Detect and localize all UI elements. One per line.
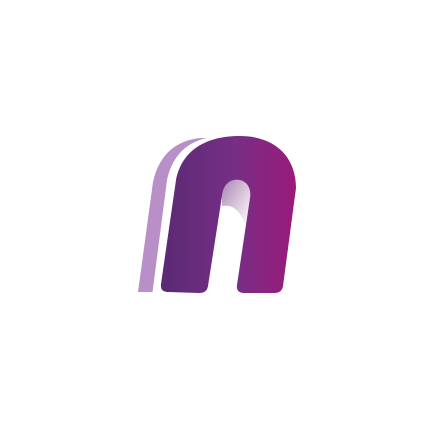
logo-inner-shade bbox=[222, 179, 251, 226]
n-monogram-logo-icon bbox=[138, 136, 296, 296]
canvas bbox=[0, 0, 434, 434]
